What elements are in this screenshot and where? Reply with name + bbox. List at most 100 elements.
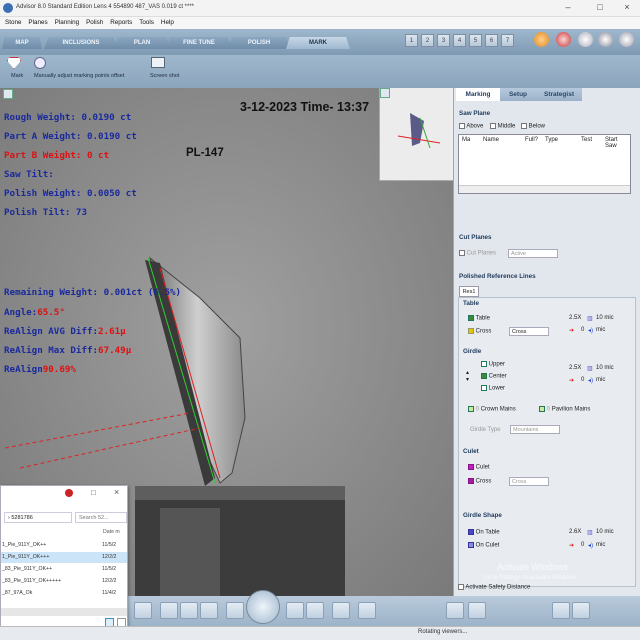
eject-icon[interactable] — [332, 602, 350, 619]
middle-checkbox[interactable] — [490, 123, 496, 129]
culet-checkbox[interactable] — [468, 464, 474, 470]
mark-button-label[interactable]: Mark — [11, 73, 23, 79]
table-check[interactable]: Table — [468, 315, 490, 322]
tab-fine-tune[interactable]: FINE TUNE — [166, 37, 232, 49]
explorer-search-input[interactable]: Search 52... — [75, 512, 127, 523]
cut-planes-select[interactable]: Active — [508, 249, 558, 258]
explorer-maximize-button[interactable]: □ — [91, 488, 96, 497]
stop-icon[interactable] — [556, 32, 571, 47]
girdle-shape-mic-icon[interactable]: ▥ — [587, 529, 593, 536]
step-3-button[interactable]: 3 — [437, 34, 450, 47]
culet-cross-select[interactable]: Cross — [509, 477, 549, 486]
girdle-shape-offset-arrow-icon[interactable]: ➔ — [569, 542, 574, 549]
menu-reports[interactable]: Reports — [110, 19, 132, 26]
upload-icon[interactable] — [468, 602, 486, 619]
table-checkbox[interactable] — [468, 315, 474, 321]
below-check[interactable]: Below — [521, 123, 545, 130]
step-5-button[interactable]: 5 — [469, 34, 482, 47]
crown-mains-check[interactable]: 0 Crown Mains — [468, 406, 516, 413]
file-row[interactable]: _87_97A_Ok 11/4/2 — [1, 588, 127, 599]
menu-tools[interactable]: Tools — [139, 19, 154, 26]
explorer-close-button[interactable]: × — [114, 487, 119, 497]
file-row[interactable]: _83_Pie_911Y_OK+++++ 12/2/2 — [1, 576, 127, 587]
girdle-offset-blue-icon[interactable]: ◂) — [588, 377, 593, 384]
file-row-selected[interactable]: 1_Pie_911Y_OK+++ 12/2/2 — [1, 552, 127, 563]
minimize-button[interactable]: – — [558, 2, 578, 14]
horizontal-scrollbar[interactable] — [459, 185, 630, 193]
girdle-offset-arrow-icon[interactable]: ➔ — [569, 377, 574, 384]
crown-mains-checkbox[interactable] — [468, 406, 474, 412]
culet-check[interactable]: Culet — [468, 464, 490, 471]
grid-icon[interactable] — [134, 602, 152, 619]
girdle-mic-icon[interactable]: ▥ — [587, 365, 593, 372]
screenshot-label[interactable]: Screen shot — [150, 73, 179, 79]
menu-help[interactable]: Help — [161, 19, 174, 26]
tab-polish[interactable]: POLISH — [228, 37, 290, 49]
zoom-in-icon[interactable] — [286, 602, 304, 619]
safety-distance-check[interactable]: Activate Safety Distance — [458, 584, 530, 591]
girdle-type-select[interactable]: Mountains — [510, 425, 560, 434]
view-top-icon[interactable] — [200, 602, 218, 619]
step-4-button[interactable]: 4 — [453, 34, 466, 47]
upper-checkbox[interactable] — [481, 361, 487, 367]
gear-icon[interactable] — [598, 32, 613, 47]
above-check[interactable]: Above — [459, 123, 483, 130]
step-6-button[interactable]: 6 — [485, 34, 498, 47]
crown-mains-value[interactable]: 0 — [476, 407, 479, 413]
saw-plane-table[interactable]: Ma Name Full? Type Test Start Saw — [458, 134, 631, 194]
eject-alt-icon[interactable] — [358, 602, 376, 619]
tab-plan[interactable]: PLAN — [114, 37, 170, 49]
pavilion-mains-checkbox[interactable] — [539, 406, 545, 412]
rotate-icon[interactable] — [572, 602, 590, 619]
power-icon[interactable] — [619, 32, 634, 47]
navigate-icon[interactable] — [552, 602, 570, 619]
pavilion-mains-check[interactable]: 0 Pavilion Mains — [539, 406, 590, 413]
file-row[interactable]: 1_Pie_911Y_OK++ 11/5/2 — [1, 540, 127, 551]
explorer-h-scrollbar[interactable] — [1, 608, 127, 616]
on-culet-check[interactable]: On Culet — [468, 542, 499, 549]
tab-res1[interactable]: Res1 — [459, 286, 479, 297]
on-table-checkbox[interactable] — [468, 529, 474, 535]
below-checkbox[interactable] — [521, 123, 527, 129]
menu-polish[interactable]: Polish — [86, 19, 103, 26]
step-7-button[interactable]: 7 — [501, 34, 514, 47]
screenshot-icon[interactable] — [151, 57, 165, 68]
center-check[interactable]: Center — [481, 373, 507, 380]
tab-inclusions[interactable]: INCLUSIONS — [44, 37, 118, 49]
tab-setup[interactable]: Setup — [500, 88, 536, 101]
step-1-button[interactable]: 1 — [405, 34, 418, 47]
tab-map[interactable]: MAP — [2, 37, 42, 49]
file-row[interactable]: _83_Pie_911Y_OK++ 11/5/2 — [1, 564, 127, 575]
table-cross-check[interactable]: Cross — [468, 328, 491, 335]
cut-planes-checkbox[interactable] — [459, 250, 465, 256]
table-offset-blue-icon[interactable]: ◂) — [588, 327, 593, 334]
menu-planning[interactable]: Planning — [55, 19, 80, 26]
file-explorer-window[interactable]: □ × › 5281786 Search 52... Date m 1_Pie_… — [0, 485, 128, 635]
ruler-icon[interactable] — [226, 602, 244, 619]
zoom-fit-icon[interactable] — [306, 602, 324, 619]
above-checkbox[interactable] — [459, 123, 465, 129]
diamond-icon[interactable] — [7, 57, 21, 69]
pavilion-mains-value[interactable]: 0 — [547, 407, 550, 413]
rotate-navigation-icon[interactable] — [246, 590, 280, 624]
menu-planes[interactable]: Planes — [28, 19, 47, 26]
tab-mark[interactable]: MARK — [286, 37, 350, 49]
close-button[interactable]: × — [617, 2, 637, 14]
tab-marking[interactable]: Marking — [456, 88, 500, 101]
step-2-button[interactable]: 2 — [421, 34, 434, 47]
table-cross-select[interactable]: Cross — [509, 327, 549, 336]
adjust-offset-label[interactable]: Manually adjust marking points offset — [34, 73, 124, 79]
explorer-path[interactable]: › 5281786 — [4, 512, 72, 523]
lower-checkbox[interactable] — [481, 385, 487, 391]
table-mic-icon[interactable]: ▥ — [587, 315, 593, 322]
cut-planes-check[interactable]: Cut Planes — [459, 250, 496, 257]
view-front-icon[interactable] — [160, 602, 178, 619]
crosshair-icon[interactable] — [34, 57, 46, 69]
on-culet-checkbox[interactable] — [468, 542, 474, 548]
on-table-check[interactable]: On Table — [468, 529, 500, 536]
table-offset-arrow-icon[interactable]: ➔ — [569, 327, 574, 334]
expand-view-icon[interactable] — [3, 89, 13, 99]
explorer-col-date[interactable]: Date m — [103, 529, 120, 535]
tab-strategist[interactable]: Strategist — [536, 88, 582, 101]
navigate-arrows-icon[interactable] — [534, 32, 549, 47]
